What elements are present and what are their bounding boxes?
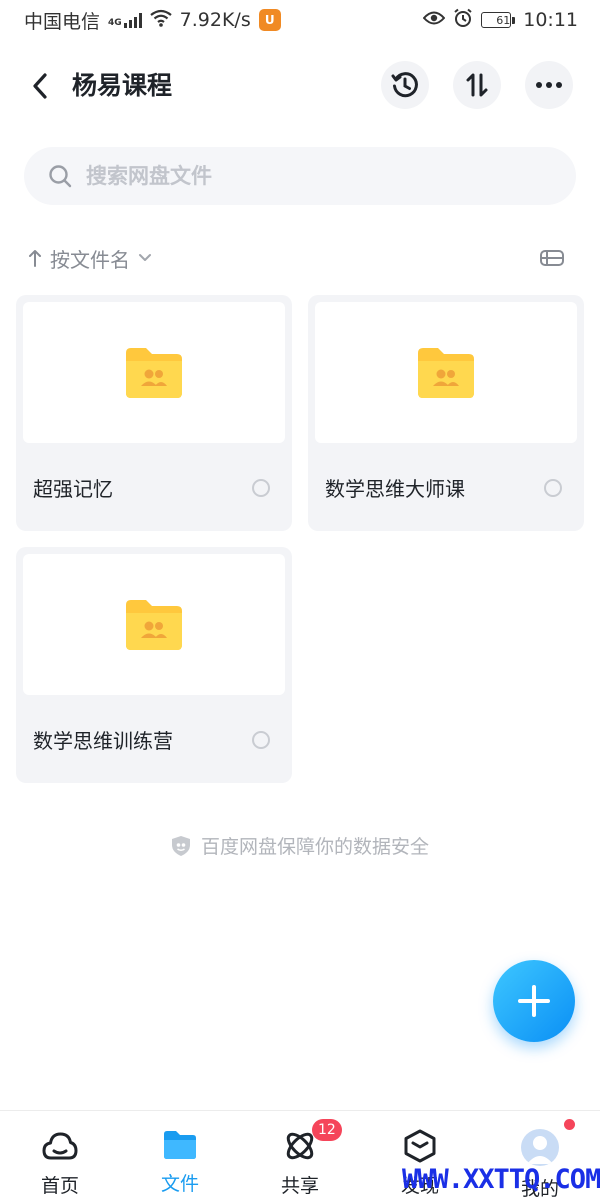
folder-thumbnail: [315, 302, 577, 443]
eye-icon: [422, 9, 446, 31]
signal-icon: 4G: [108, 12, 142, 28]
wifi-icon: [149, 9, 172, 32]
folder-thumbnail: [23, 302, 285, 443]
folder-name: 超强记忆: [33, 477, 113, 501]
carrier-name: 中国电信: [24, 10, 101, 33]
chevron-down-icon: [139, 254, 151, 261]
sort-row: 按文件名: [28, 240, 568, 276]
discover-cube-icon: [404, 1129, 436, 1163]
search-input[interactable]: [86, 164, 526, 188]
sort-transfer-icon: [466, 73, 488, 97]
status-left: 中国电信 4G 7.92K/s U: [24, 7, 281, 34]
nav-item-home[interactable]: 首页: [0, 1111, 120, 1200]
header: 杨易课程: [0, 58, 600, 114]
status-bar: 中国电信 4G 7.92K/s U 61 10:11: [0, 0, 600, 40]
shared-folder-icon: [418, 347, 474, 398]
back-icon: [33, 73, 47, 99]
network-type: 4G: [108, 18, 122, 28]
list-view-icon: [540, 250, 564, 266]
nav-item-share[interactable]: 共享 12: [240, 1111, 360, 1200]
watermark: WWW.XXTTQ.COM: [402, 1164, 600, 1195]
cloud-home-icon: [42, 1132, 78, 1160]
notification-dot: [564, 1119, 575, 1130]
uc-browser-icon: U: [258, 9, 281, 31]
shared-folder-icon: [126, 347, 182, 398]
nav-label: 共享: [280, 1175, 319, 1197]
nav-item-files[interactable]: 文件: [120, 1111, 240, 1200]
safety-note-text: 百度网盘保障你的数据安全: [200, 836, 429, 858]
view-toggle-button[interactable]: [536, 242, 568, 274]
folder-select-checkbox[interactable]: [252, 479, 270, 497]
folder-select-checkbox[interactable]: [252, 731, 270, 749]
battery-icon: 61: [481, 12, 516, 28]
folder-thumbnail: [23, 554, 285, 695]
plus-icon: [518, 985, 550, 1017]
arrow-up-icon: [29, 250, 41, 267]
folder-name: 数学思维大师课: [325, 477, 465, 501]
notification-badge: 12: [312, 1119, 342, 1141]
back-button[interactable]: [24, 70, 56, 102]
status-right: 61 10:11: [422, 8, 578, 33]
clock-time: 10:11: [523, 9, 578, 31]
folder-select-checkbox[interactable]: [544, 479, 562, 497]
network-speed: 7.92K/s: [179, 9, 251, 31]
alarm-icon: [453, 8, 473, 33]
sort-label: 按文件名: [50, 247, 130, 272]
history-icon: [391, 72, 418, 98]
folder-card[interactable]: 数学思维训练营: [16, 547, 292, 783]
avatar-icon: [521, 1129, 559, 1166]
shield-icon: [171, 835, 190, 856]
folder-card[interactable]: 超强记忆: [16, 295, 292, 531]
search-icon: [49, 165, 72, 188]
folder-card[interactable]: 数学思维大师课: [308, 295, 584, 531]
shared-folder-icon: [126, 599, 182, 650]
safety-note: 百度网盘保障你的数据安全: [0, 832, 600, 859]
nav-label: 首页: [40, 1175, 79, 1197]
page-title: 杨易课程: [72, 71, 173, 100]
add-button[interactable]: [493, 960, 575, 1042]
nav-label: 文件: [160, 1173, 199, 1195]
more-button[interactable]: [525, 61, 573, 109]
history-button[interactable]: [381, 61, 429, 109]
search-box[interactable]: [24, 147, 576, 205]
folder-icon: [164, 1131, 196, 1159]
more-icon: [536, 82, 562, 88]
folder-name: 数学思维训练营: [33, 729, 173, 753]
battery-level: 61: [496, 13, 511, 27]
transfer-button[interactable]: [453, 61, 501, 109]
sort-selector[interactable]: 按文件名: [28, 244, 152, 273]
